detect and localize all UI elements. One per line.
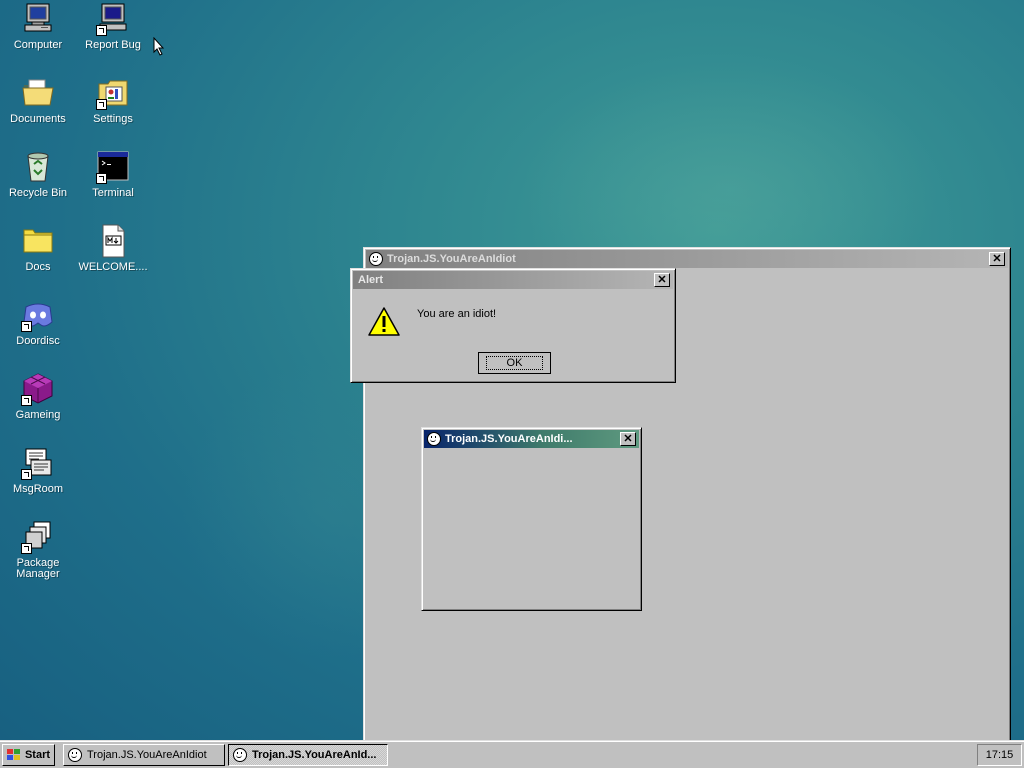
- taskbar-button-small-window[interactable]: Trojan.JS.YouAreAnId...: [228, 744, 388, 766]
- alert-titlebar[interactable]: Alert ✕: [353, 271, 673, 289]
- desktop-icon-label: Docs: [25, 261, 51, 273]
- desktop-icon-doordisc[interactable]: Doordisc: [2, 298, 74, 347]
- doordisc-icon: [21, 298, 55, 332]
- desktop-icon-gameing[interactable]: Gameing: [2, 372, 74, 421]
- ok-button-label: OK: [485, 356, 544, 370]
- start-label: Start: [24, 749, 51, 761]
- warning-icon: [368, 306, 400, 338]
- desktop-icon-report-bug[interactable]: Report Bug: [77, 2, 149, 51]
- close-button[interactable]: ✕: [654, 273, 670, 287]
- close-button[interactable]: ✕: [620, 432, 636, 446]
- docs-folder-icon: [21, 224, 55, 258]
- shortcut-arrow-icon: [96, 25, 107, 36]
- desktop-icon-label: Doordisc: [16, 335, 60, 347]
- shortcut-arrow-icon: [21, 321, 32, 332]
- recycle-bin-icon: [21, 150, 55, 184]
- shortcut-arrow-icon: [96, 173, 107, 184]
- small-trojan-window[interactable]: Trojan.JS.YouAreAnIdi... ✕: [421, 427, 642, 611]
- desktop-icon-computer[interactable]: Computer: [2, 2, 74, 51]
- terminal-icon: [96, 150, 130, 184]
- desktop-icon-documents[interactable]: Documents: [2, 76, 74, 125]
- desktop-icon-label: Computer: [13, 39, 63, 51]
- msgroom-icon: [21, 446, 55, 480]
- computer-icon: [21, 2, 55, 36]
- taskbar-button-label: Trojan.JS.YouAreAnIdiot: [87, 749, 207, 761]
- main-window-titlebar[interactable]: Trojan.JS.YouAreAnIdiot ✕: [366, 250, 1008, 268]
- desktop-icon-terminal[interactable]: Terminal: [77, 150, 149, 199]
- desktop-icon-label: Package Manager: [16, 557, 60, 580]
- window-title: Trojan.JS.YouAreAnIdiot: [387, 253, 516, 265]
- desktop-icon-recycle-bin[interactable]: Recycle Bin: [2, 150, 74, 199]
- shortcut-arrow-icon: [21, 469, 32, 480]
- smiley-icon: [427, 432, 441, 446]
- documents-folder-icon: [21, 76, 55, 110]
- desktop-icon-label: Gameing: [15, 409, 61, 421]
- small-window-titlebar[interactable]: Trojan.JS.YouAreAnIdi... ✕: [424, 430, 639, 448]
- desktop-icon-docs[interactable]: Docs: [2, 224, 74, 273]
- gameing-icon: [21, 372, 55, 406]
- smiley-icon: [68, 748, 82, 762]
- alert-dialog[interactable]: Alert ✕ You are an idiot! OK: [350, 268, 676, 383]
- desktop-icon-label: MsgRoom: [12, 483, 64, 495]
- desktop-icon-package-manager[interactable]: Package Manager: [2, 520, 74, 580]
- shortcut-arrow-icon: [96, 99, 107, 110]
- system-tray-clock[interactable]: 17:15: [977, 744, 1022, 766]
- windows-logo-icon: [6, 749, 21, 761]
- desktop-icon-welcome[interactable]: WELCOME....: [77, 224, 149, 273]
- desktop-icon-label: WELCOME....: [78, 261, 148, 273]
- report-bug-icon: [96, 2, 130, 36]
- smiley-icon: [369, 252, 383, 266]
- shortcut-arrow-icon: [21, 395, 32, 406]
- desktop-icon-label: Documents: [10, 113, 66, 125]
- taskbar-button-label: Trojan.JS.YouAreAnId...: [252, 749, 377, 761]
- taskbar-button-main-window[interactable]: Trojan.JS.YouAreAnIdiot: [63, 744, 225, 766]
- start-button[interactable]: Start: [2, 744, 55, 766]
- alert-title: Alert: [358, 274, 384, 286]
- alert-message: You are an idiot!: [417, 308, 497, 320]
- close-button[interactable]: ✕: [989, 252, 1005, 266]
- ok-button[interactable]: OK: [478, 352, 551, 374]
- mouse-cursor-icon: [153, 36, 165, 56]
- desktop-icon-msgroom[interactable]: MsgRoom: [2, 446, 74, 495]
- shortcut-arrow-icon: [21, 543, 32, 554]
- desktop-icon-label: Recycle Bin: [8, 187, 68, 199]
- taskbar: Start Trojan.JS.YouAreAnIdiot Trojan.JS.…: [0, 740, 1024, 768]
- desktop-icon-settings[interactable]: Settings: [77, 76, 149, 125]
- settings-icon: [96, 76, 130, 110]
- smiley-icon: [233, 748, 247, 762]
- desktop-icon-label: Settings: [93, 113, 133, 125]
- desktop-icon-label: Report Bug: [85, 39, 141, 51]
- markdown-file-icon: [96, 224, 130, 258]
- desktop-icon-label: Terminal: [92, 187, 134, 199]
- package-manager-icon: [21, 520, 55, 554]
- window-title: Trojan.JS.YouAreAnIdi...: [445, 433, 573, 445]
- clock: 17:15: [985, 749, 1014, 761]
